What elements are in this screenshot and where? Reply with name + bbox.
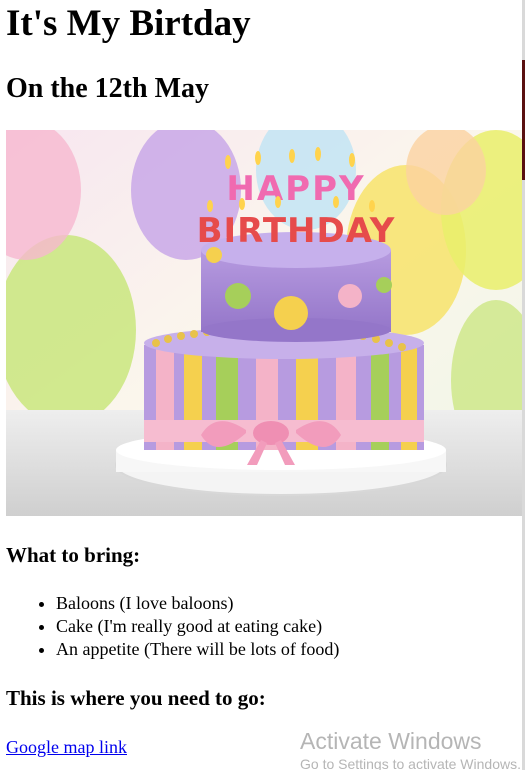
bring-list: Baloons (I love baloons) Cake (I'm reall… bbox=[6, 592, 522, 661]
list-item: An appetite (There will be lots of food) bbox=[56, 638, 522, 661]
birthday-cake-image: HAPPY BIRTHDAY bbox=[6, 130, 522, 516]
page-subtitle: On the 12th May bbox=[6, 73, 209, 104]
activate-windows-watermark: Activate Windows Go to Settings to activ… bbox=[300, 727, 521, 770]
page-content: It's My Birtday On the 12th May HAPPY BI… bbox=[6, 0, 522, 759]
bring-heading: What to bring: bbox=[6, 543, 141, 567]
watermark-subtitle: Go to Settings to activate Windows. bbox=[300, 756, 521, 770]
candles-top-text: HAPPY bbox=[226, 169, 365, 209]
directions-heading: This is where you need to go: bbox=[6, 686, 266, 710]
page-title: It's My Birtday bbox=[6, 3, 251, 44]
google-map-link[interactable]: Google map link bbox=[6, 735, 127, 759]
list-item: Baloons (I love baloons) bbox=[56, 592, 522, 615]
watermark-title: Activate Windows bbox=[300, 728, 482, 754]
list-item: Cake (I'm really good at eating cake) bbox=[56, 615, 522, 638]
candles-bottom-text: BIRTHDAY bbox=[197, 211, 396, 251]
